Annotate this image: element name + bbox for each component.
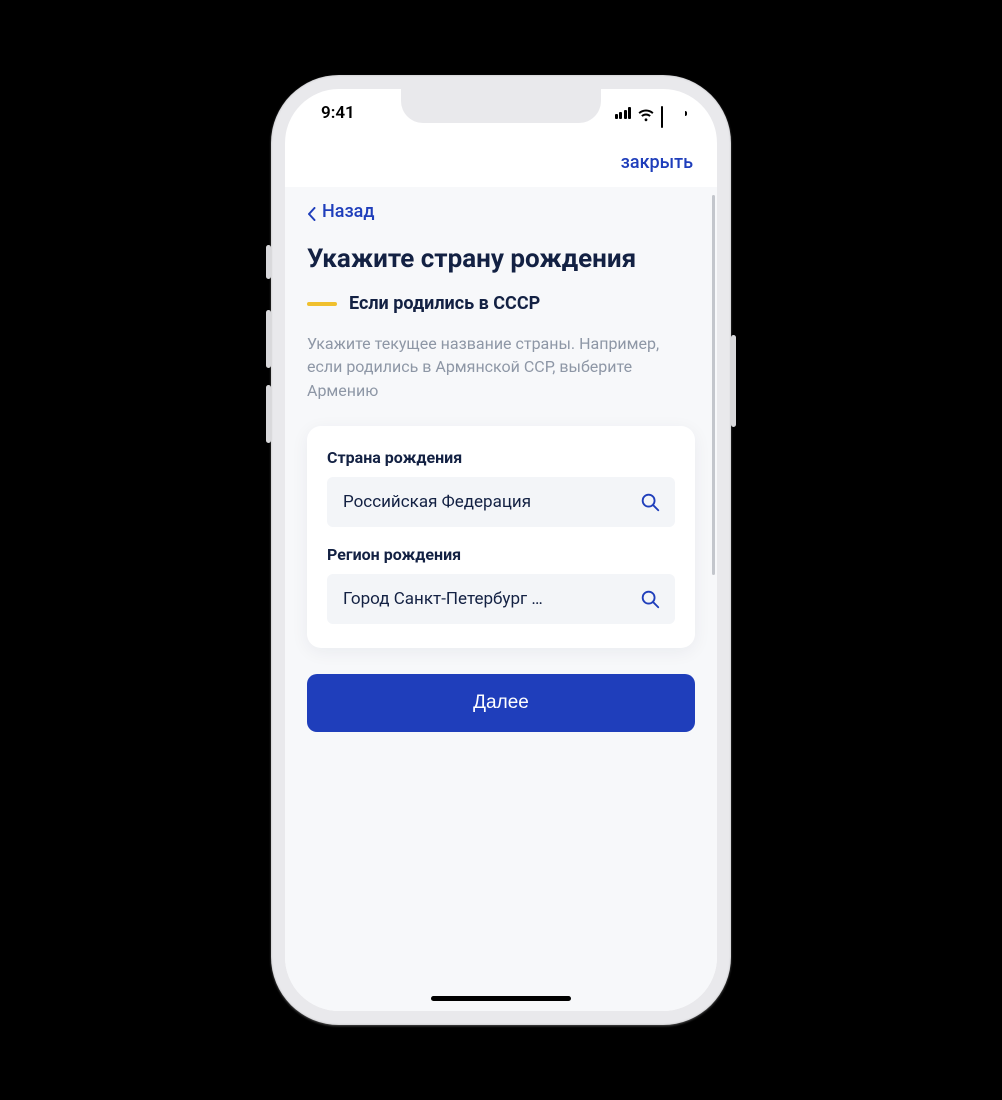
close-button[interactable]: закрыть [621, 152, 693, 173]
status-time: 9:41 [321, 103, 355, 123]
scrollbar-thumb[interactable] [712, 195, 715, 575]
power-button [731, 335, 736, 427]
country-value: Российская Федерация [343, 492, 531, 512]
form-card: Страна рождения Российская Федерация Рег… [307, 426, 695, 648]
search-icon [639, 491, 661, 513]
back-label: Назад [322, 201, 375, 222]
page-title: Укажите страну рождения [307, 244, 695, 275]
mute-switch [266, 245, 271, 279]
region-select[interactable]: Город Санкт-Петербург … [327, 574, 675, 624]
region-label: Регион рождения [327, 545, 675, 564]
cellular-icon [615, 107, 632, 119]
volume-up-button [266, 310, 271, 368]
app-content: закрыть Назад Укажите страну рождения Ес… [285, 137, 717, 1011]
scroll-area[interactable]: Назад Укажите страну рождения Если родил… [285, 187, 717, 1011]
region-field: Регион рождения Город Санкт-Петербург … [327, 545, 675, 624]
country-label: Страна рождения [327, 448, 675, 467]
search-icon [639, 588, 661, 610]
screen: 9:41 закрыть [285, 89, 717, 1011]
notch [401, 89, 601, 123]
subtitle-row: Если родились в СССР [307, 293, 695, 314]
back-button[interactable]: Назад [307, 201, 375, 222]
volume-down-button [266, 385, 271, 443]
accent-bar [307, 302, 337, 306]
country-field: Страна рождения Российская Федерация [327, 448, 675, 527]
status-right [615, 107, 688, 120]
battery-icon [661, 107, 687, 120]
wifi-icon [637, 107, 655, 120]
next-button[interactable]: Далее [307, 674, 695, 732]
topbar: закрыть [285, 137, 717, 187]
phone-frame: 9:41 закрыть [271, 75, 731, 1025]
chevron-left-icon [307, 205, 316, 219]
help-text: Укажите текущее название страны. Наприме… [307, 332, 695, 402]
country-select[interactable]: Российская Федерация [327, 477, 675, 527]
region-value: Город Санкт-Петербург … [343, 589, 543, 609]
page-subtitle: Если родились в СССР [349, 293, 540, 314]
home-indicator[interactable] [431, 996, 571, 1001]
